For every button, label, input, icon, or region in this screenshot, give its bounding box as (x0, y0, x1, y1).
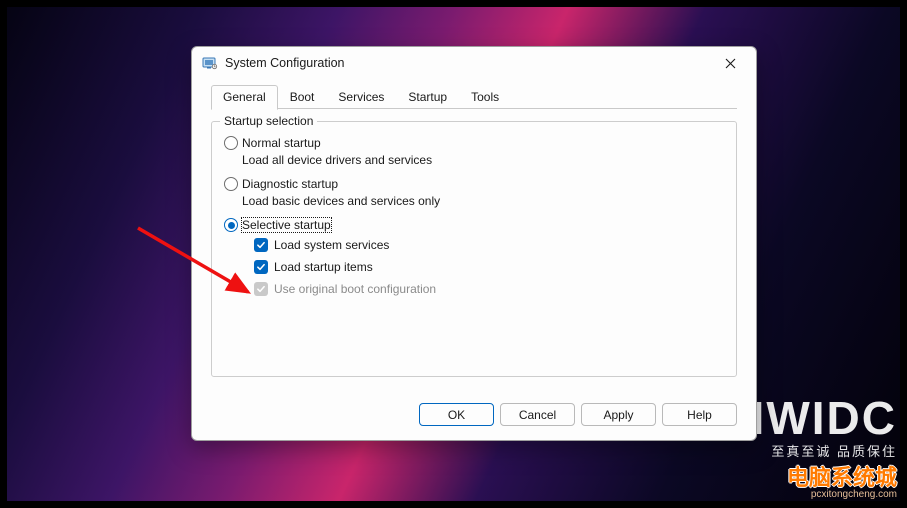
checkbox-load-startup-items[interactable] (254, 260, 268, 274)
titlebar: System Configuration (192, 47, 756, 79)
system-configuration-dialog: System Configuration General Boot Servic… (191, 46, 757, 441)
close-button[interactable] (716, 49, 744, 77)
checkbox-load-system-services[interactable] (254, 238, 268, 252)
group-legend: Startup selection (220, 114, 317, 128)
watermark-slogan: 至真至诚 品质保住 (731, 441, 897, 460)
watermark-domain: pcxitongcheng.com (731, 489, 897, 500)
radio-diagnostic-label[interactable]: Diagnostic startup (242, 177, 338, 191)
tab-boot[interactable]: Boot (278, 85, 327, 109)
tab-body-general: Startup selection Normal startup Load al… (192, 109, 756, 387)
normal-startup-desc: Load all device drivers and services (242, 153, 724, 167)
checkbox-use-original-boot-config-label: Use original boot configuration (274, 282, 436, 296)
watermark-brand: 电脑系统城 (731, 460, 897, 492)
startup-selection-group: Startup selection Normal startup Load al… (211, 121, 737, 377)
check-icon (256, 284, 266, 294)
cancel-button[interactable]: Cancel (500, 403, 575, 426)
radio-selective-label[interactable]: Selective startup (242, 218, 331, 232)
diagnostic-startup-desc: Load basic devices and services only (242, 194, 724, 208)
close-icon (725, 58, 736, 69)
tab-tools[interactable]: Tools (459, 85, 511, 109)
ok-button[interactable]: OK (419, 403, 494, 426)
checkbox-load-system-services-label[interactable]: Load system services (274, 238, 389, 252)
help-button[interactable]: Help (662, 403, 737, 426)
check-icon (256, 240, 266, 250)
checkbox-load-startup-items-label[interactable]: Load startup items (274, 260, 373, 274)
tab-services[interactable]: Services (326, 85, 396, 109)
msconfig-icon (202, 55, 218, 71)
radio-normal-startup[interactable] (224, 136, 238, 150)
radio-selective-startup[interactable] (224, 218, 238, 232)
apply-button[interactable]: Apply (581, 403, 656, 426)
tabstrip: General Boot Services Startup Tools (192, 79, 756, 109)
tab-general[interactable]: General (211, 85, 278, 110)
tab-startup[interactable]: Startup (396, 85, 459, 109)
check-icon (256, 262, 266, 272)
checkbox-use-original-boot-config (254, 282, 268, 296)
radio-normal-label[interactable]: Normal startup (242, 136, 321, 150)
radio-diagnostic-startup[interactable] (224, 177, 238, 191)
dialog-button-row: OK Cancel Apply Help (419, 403, 737, 426)
window-title: System Configuration (225, 56, 716, 70)
